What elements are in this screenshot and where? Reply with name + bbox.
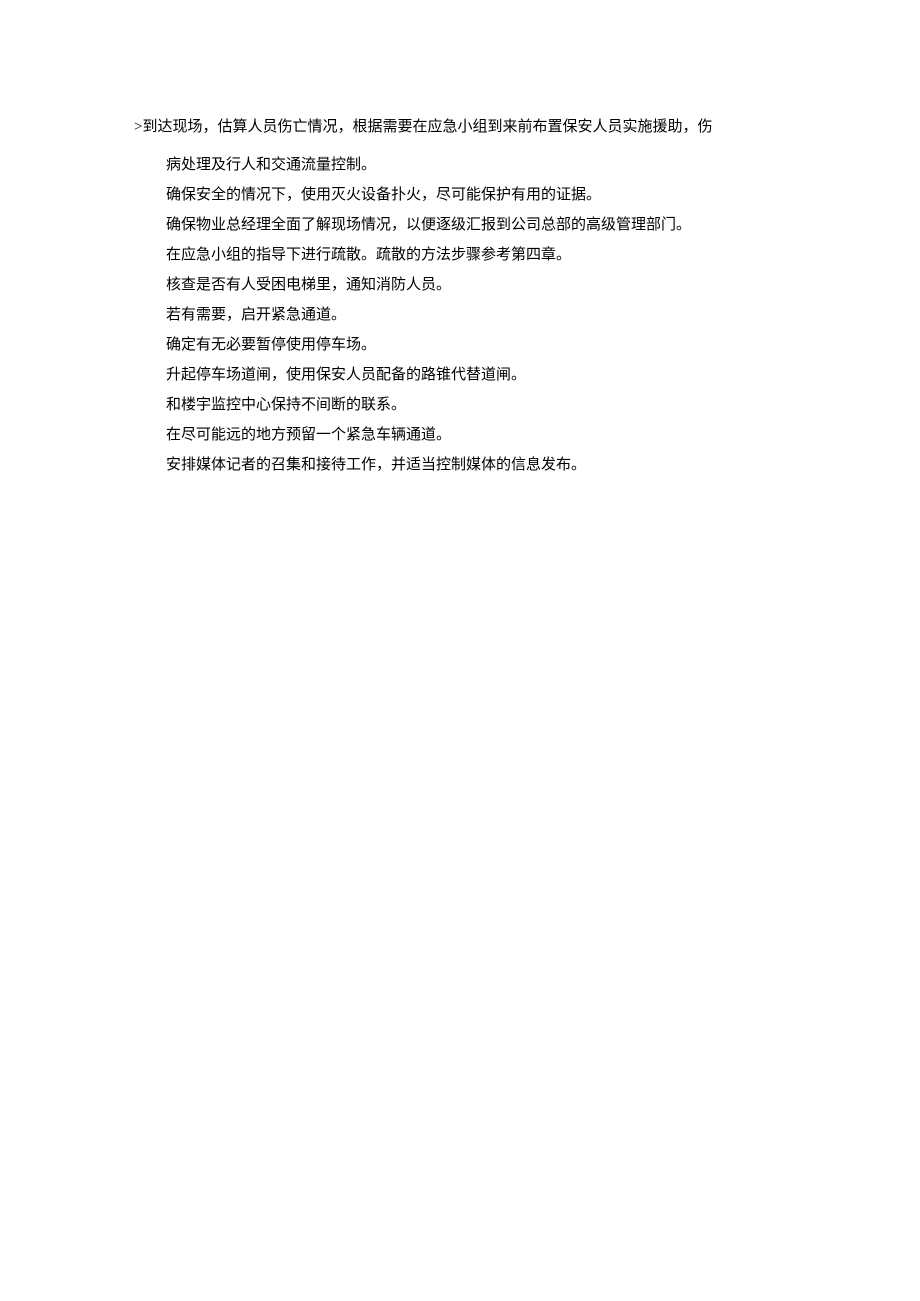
list-item: 确保安全的情况下，使用灭火设备扑火，尽可能保护有用的证据。 [166, 180, 820, 210]
list-item: 病处理及行人和交通流量控制。 [166, 150, 820, 180]
list-item: 在尽可能远的地方预留一个紧急车辆通道。 [166, 420, 820, 450]
list-item: 确保物业总经理全面了解现场情况，以便逐级汇报到公司总部的高级管理部门。 [166, 210, 820, 240]
procedure-list: 病处理及行人和交通流量控制。 确保安全的情况下，使用灭火设备扑火，尽可能保护有用… [134, 150, 820, 480]
list-item: 核查是否有人受困电梯里，通知消防人员。 [166, 270, 820, 300]
list-item: 升起停车场道闸，使用保安人员配备的路锥代替道闸。 [166, 360, 820, 390]
list-item: 和楼宇监控中心保持不间断的联系。 [166, 390, 820, 420]
list-item: 若有需要，启开紧急通道。 [166, 300, 820, 330]
lead-paragraph: >到达现场，估算人员伤亡情况，根据需要在应急小组到来前布置保安人员实施援助，伤 [134, 112, 820, 142]
list-item: 在应急小组的指导下进行疏散。疏散的方法步骤参考第四章。 [166, 240, 820, 270]
list-item: 安排媒体记者的召集和接待工作，并适当控制媒体的信息发布。 [166, 450, 820, 480]
list-item: 确定有无必要暂停使用停车场。 [166, 330, 820, 360]
